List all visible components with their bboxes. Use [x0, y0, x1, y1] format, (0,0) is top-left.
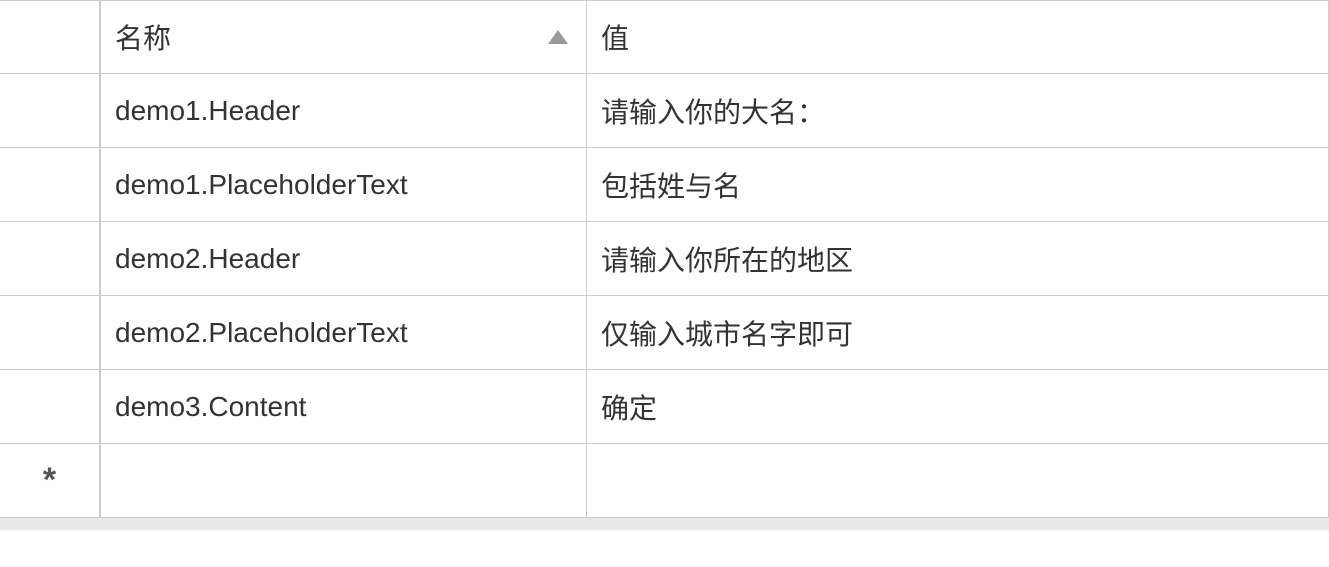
column-header-name[interactable]: 名称 [100, 0, 587, 74]
name-cell[interactable]: demo1.Header [100, 74, 587, 148]
new-row-gutter[interactable]: * [0, 444, 100, 518]
value-cell[interactable]: 请输入你的大名： [587, 74, 1329, 148]
value-text: 确定 [601, 387, 657, 427]
value-text: 仅输入城市名字即可 [601, 313, 853, 353]
asterisk-icon: * [43, 461, 56, 500]
column-header-value[interactable]: 值 [587, 0, 1329, 74]
row-gutter[interactable] [0, 222, 100, 296]
name-text: demo3.Content [115, 391, 306, 423]
row-gutter[interactable] [0, 370, 100, 444]
gutter-corner [0, 0, 100, 74]
row-gutter[interactable] [0, 148, 100, 222]
name-cell[interactable]: demo1.PlaceholderText [100, 148, 587, 222]
name-text: demo2.Header [115, 243, 300, 275]
resource-grid: 名称 值 demo1.Header 请输入你的大名： demo1.Placeho… [0, 0, 1329, 530]
row-gutter[interactable] [0, 296, 100, 370]
value-cell[interactable]: 包括姓与名 [587, 148, 1329, 222]
value-cell[interactable]: 仅输入城市名字即可 [587, 296, 1329, 370]
new-name-cell[interactable] [100, 444, 587, 518]
value-text: 请输入你的大名： [601, 91, 825, 131]
column-header-name-label: 名称 [115, 17, 171, 57]
value-text: 请输入你所在的地区 [601, 239, 853, 279]
bottom-strip [0, 518, 1329, 530]
value-cell[interactable]: 确定 [587, 370, 1329, 444]
sort-ascending-icon [548, 30, 568, 44]
name-cell[interactable]: demo2.Header [100, 222, 587, 296]
name-text: demo1.PlaceholderText [115, 169, 408, 201]
value-cell[interactable]: 请输入你所在的地区 [587, 222, 1329, 296]
name-cell[interactable]: demo3.Content [100, 370, 587, 444]
name-cell[interactable]: demo2.PlaceholderText [100, 296, 587, 370]
name-text: demo1.Header [115, 95, 300, 127]
row-gutter[interactable] [0, 74, 100, 148]
column-header-value-label: 值 [601, 17, 629, 57]
new-value-cell[interactable] [587, 444, 1329, 518]
name-text: demo2.PlaceholderText [115, 317, 408, 349]
value-text: 包括姓与名 [601, 165, 741, 205]
